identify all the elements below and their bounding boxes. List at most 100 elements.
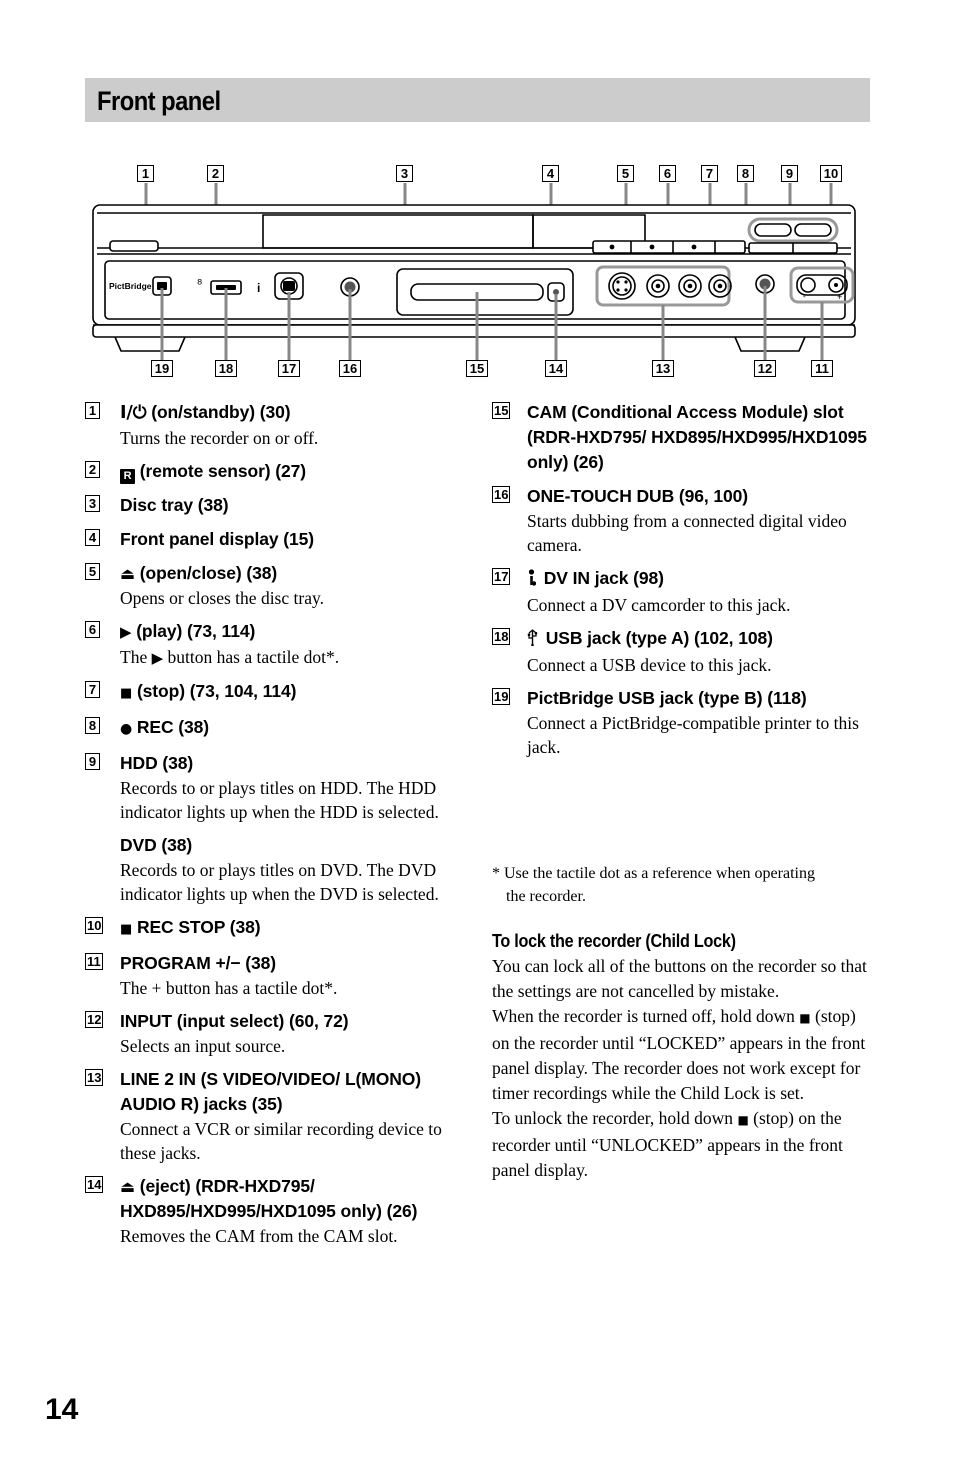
item-heading-text-17: DV IN jack (98) (539, 568, 664, 588)
callout-top-7: 7 (701, 165, 718, 182)
item-number-8: 8 (85, 717, 100, 734)
item-number-5: 5 (85, 563, 100, 580)
list-item-19: 19 PictBridge USB jack (type B) (118) Co… (492, 686, 872, 759)
child-lock-heading: To lock the recorder (Child Lock) (492, 931, 736, 951)
item-heading-10: ■ REC STOP (38) (120, 915, 465, 942)
list-item-9: 9 HDD (38) Records to or plays titles on… (85, 751, 465, 824)
callout-top-3: 3 (396, 165, 413, 182)
item-heading-18: USB jack (type A) (102, 108) (527, 626, 872, 653)
item-desc-16: Starts dubbing from a connected digital … (527, 511, 847, 555)
left-column: 1 I/⏻ (on/standby) (30) Turns the record… (85, 400, 465, 1257)
list-item-4: 4 Front panel display (15) (85, 527, 465, 552)
item-heading-12: INPUT (input select) (60, 72) (120, 1011, 349, 1031)
item-desc-13: Connect a VCR or similar recording devic… (120, 1119, 442, 1163)
item-number-1: 1 (85, 402, 100, 419)
list-item-7: 7 ■ (stop) (73, 104, 114) (85, 679, 465, 706)
item-number-12: 12 (85, 1011, 104, 1028)
list-item-18: 18 USB jack (type A) (102, 108) Connect … (492, 626, 872, 677)
callout-bottom-11: 11 (811, 360, 833, 377)
stop-icon-lock: ■ (799, 1011, 811, 1025)
list-item-8: 8 ● REC (38) (85, 715, 465, 742)
list-item-3: 3 Disc tray (38) (85, 493, 465, 518)
stop-icon: ■ (120, 686, 133, 701)
list-item-14: 14 ⏏ (eject) (RDR-HXD795/ HXD895/HXD995/… (85, 1174, 465, 1248)
callout-top-4: 4 (542, 165, 559, 182)
item-number-19: 19 (492, 688, 511, 705)
item-heading-text-6: (play) (73, 114) (131, 621, 256, 641)
item-heading-1: I/⏻ (on/standby) (30) (120, 400, 465, 426)
remote-sensor-icon: R (120, 469, 135, 484)
ilink-symbol: i (257, 281, 260, 295)
list-item-5: 5 ⏏ (open/close) (38) Opens or closes th… (85, 561, 465, 610)
power-icon: I/⏻ (120, 403, 147, 423)
item-desc-14: Removes the CAM from the CAM slot. (120, 1226, 398, 1246)
desc-post-6: button has a tactile dot*. (163, 647, 340, 667)
stop-icon-rec: ■ (120, 922, 133, 937)
child-lock-section: To lock the recorder (Child Lock) You ca… (492, 928, 877, 1183)
item-heading-6: ▶ (play) (73, 114) (120, 619, 465, 645)
callout-top-6: 6 (659, 165, 676, 182)
rocker-plus-label: + (837, 292, 842, 302)
item-heading-11: PROGRAM +/− (38) (120, 953, 276, 973)
callout-bottom-19: 19 (151, 360, 173, 377)
callout-top-9: 9 (781, 165, 798, 182)
rocker-minus-label: - (803, 292, 806, 301)
item-desc-19: Connect a PictBridge-compatible printer … (527, 713, 859, 757)
play-icon: ▶ (120, 623, 132, 641)
item-heading-13: LINE 2 IN (S VIDEO/VIDEO/ L(MONO) AUDIO … (120, 1069, 422, 1114)
item-heading-text-7: (stop) (73, 104, 114) (132, 681, 297, 701)
ilink-dv-icon (527, 568, 539, 593)
item-desc-6: The ▶ button has a tactile dot*. (120, 645, 465, 670)
item-heading-text-10: REC STOP (38) (132, 917, 261, 937)
list-item-17: 17 DV IN jack (98) Connect a DV camcorde… (492, 566, 872, 617)
item-desc-11: The + button has a tactile dot*. (120, 978, 338, 998)
list-item-15: 15 CAM (Conditional Access Module) slot … (492, 400, 872, 475)
item-number-14: 14 (85, 1176, 104, 1193)
item-heading-8: ● REC (38) (120, 715, 465, 742)
right-column: 15 CAM (Conditional Access Module) slot … (492, 400, 872, 768)
item-heading-14: ⏏ (eject) (RDR-HXD795/ HXD895/HXD995/HXD… (120, 1174, 465, 1224)
para2-pre: When the recorder is turned off, hold do… (492, 1006, 800, 1026)
item-number-11: 11 (85, 953, 103, 970)
callout-bottom-16: 16 (339, 360, 361, 377)
item-heading-dvd: DVD (38) (120, 835, 193, 855)
item-heading-19: PictBridge USB jack (type B) (118) (527, 688, 807, 708)
desc-pre-6: The (120, 647, 152, 667)
item-number-2: 2 (85, 461, 100, 478)
callout-top-10: 10 (820, 165, 842, 182)
item-desc-dvd: Records to or plays titles on DVD. The D… (120, 860, 439, 904)
item-number-3: 3 (85, 495, 100, 512)
list-item-16: 16 ONE-TOUCH DUB (96, 100) Starts dubbin… (492, 484, 872, 557)
item-desc-12: Selects an input source. (120, 1036, 286, 1056)
list-item-1: 1 I/⏻ (on/standby) (30) Turns the record… (85, 400, 465, 450)
usb-symbol: ⁸ (197, 278, 202, 293)
manual-page: Front panel 1 2 3 4 5 6 7 8 9 10 PictBri… (0, 0, 954, 1483)
item-heading-17: DV IN jack (98) (527, 566, 872, 593)
item-number-9: 9 (85, 753, 100, 770)
item-heading-text-1: (on/standby) (30) (146, 402, 291, 422)
callout-bottom-18: 18 (215, 360, 237, 377)
item-number-6: 6 (85, 621, 100, 638)
item-number-15: 15 (492, 402, 511, 419)
item-number-7: 7 (85, 681, 100, 698)
child-lock-paragraph-1: You can lock all of the buttons on the r… (492, 956, 867, 1001)
list-item-6: 6 ▶ (play) (73, 114) The ▶ button has a … (85, 619, 465, 670)
item-number-16: 16 (492, 486, 511, 503)
footnote-line1: * Use the tactile dot as a reference whe… (492, 865, 815, 882)
pictbridge-label: PictBridge (109, 281, 152, 291)
list-item-13: 13 LINE 2 IN (S VIDEO/VIDEO/ L(MONO) AUD… (85, 1067, 465, 1165)
list-item-10: 10 ■ REC STOP (38) (85, 915, 465, 942)
item-desc-9: Records to or plays titles on HDD. The H… (120, 778, 439, 822)
item-heading-9: HDD (38) (120, 753, 194, 773)
callout-bottom-12: 12 (754, 360, 776, 377)
usb-icon (527, 628, 541, 653)
page-title: Front panel (97, 86, 221, 116)
list-item-12: 12 INPUT (input select) (60, 72) Selects… (85, 1009, 465, 1058)
callout-top-5: 5 (617, 165, 634, 182)
callout-top-1: 1 (137, 165, 154, 182)
callout-bottom-17: 17 (278, 360, 300, 377)
item-number-10: 10 (85, 917, 104, 934)
item-heading-2: R (remote sensor) (27) (120, 459, 465, 484)
item-number-4: 4 (85, 529, 100, 546)
item-number-18: 18 (492, 628, 511, 645)
